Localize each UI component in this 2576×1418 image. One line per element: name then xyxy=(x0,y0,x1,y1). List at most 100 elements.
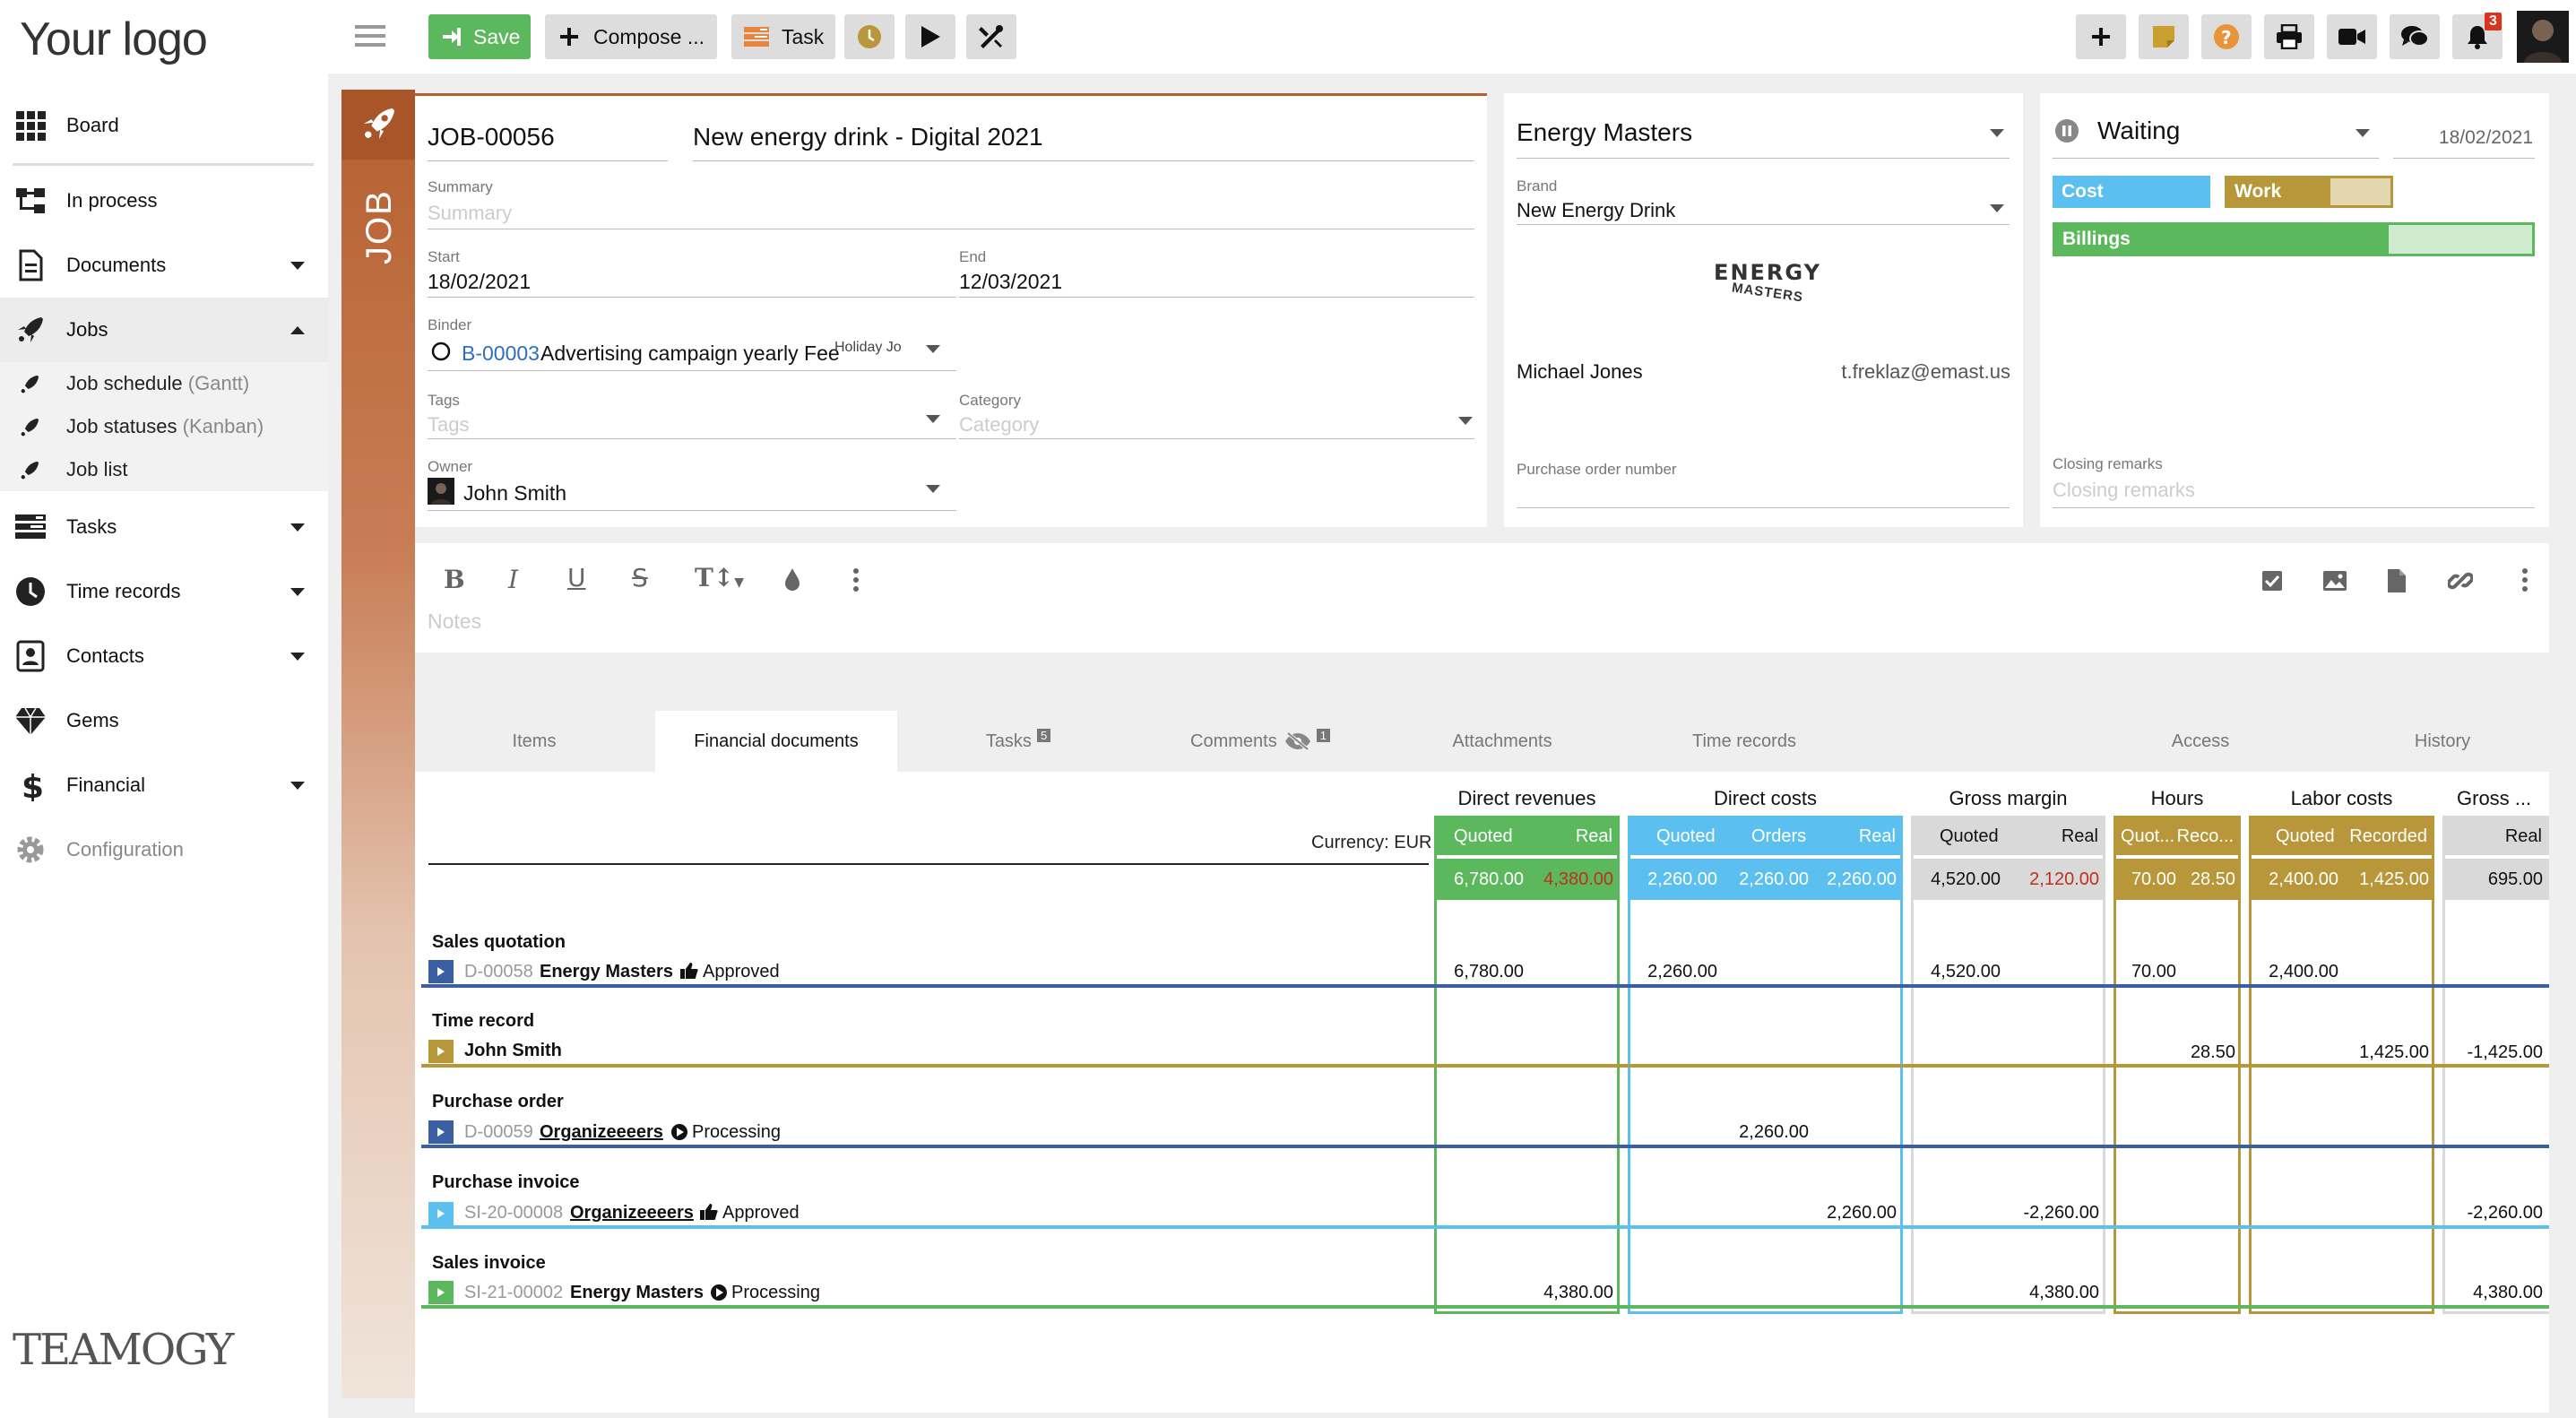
doc-id-link[interactable]: D-00058 xyxy=(464,962,533,982)
italic-icon[interactable]: I xyxy=(508,565,518,594)
expand-button[interactable] xyxy=(428,1040,454,1063)
owner-select[interactable]: John Smith xyxy=(463,481,566,506)
save-button[interactable]: Save xyxy=(428,14,531,59)
brand-select[interactable]: New Energy Drink xyxy=(1517,199,1675,222)
chevron-down-icon[interactable] xyxy=(290,262,305,270)
video-button[interactable] xyxy=(2327,14,2377,59)
col-h-recorded[interactable]: Reco... xyxy=(2177,826,2234,847)
col-h-quoted[interactable]: Quot... xyxy=(2121,826,2174,847)
tab-items[interactable]: Items xyxy=(415,711,653,772)
status-date[interactable]: 18/02/2021 xyxy=(2439,127,2533,149)
status-dropdown-icon[interactable] xyxy=(2356,129,2370,137)
col-gm-real[interactable]: Real xyxy=(2062,826,2098,847)
tab-comments[interactable]: Comments 1 xyxy=(1139,711,1381,772)
sidebar-item-time-records[interactable]: Time records xyxy=(0,559,328,624)
col-lc-recorded[interactable]: Recorded xyxy=(2349,826,2427,847)
start-date-input[interactable]: 18/02/2021 xyxy=(428,270,531,294)
col-dr-real[interactable]: Real xyxy=(1576,826,1612,847)
notifications-button[interactable]: 3 xyxy=(2452,13,2503,59)
sidebar-item-financial[interactable]: $ Financial xyxy=(0,753,328,817)
tab-history[interactable]: History xyxy=(2321,711,2563,772)
font-size-icon[interactable]: T↕▼ xyxy=(695,563,744,592)
expand-button[interactable] xyxy=(428,960,454,983)
tags-dropdown-icon[interactable] xyxy=(926,415,940,423)
summary-input[interactable]: Summary xyxy=(428,202,512,225)
play-button[interactable] xyxy=(905,14,955,59)
file-icon[interactable] xyxy=(2387,568,2407,593)
col-dc-real[interactable]: Real xyxy=(1859,826,1896,847)
chevron-down-icon[interactable] xyxy=(290,782,305,790)
link-icon[interactable] xyxy=(2448,568,2473,593)
expand-button[interactable] xyxy=(428,1281,454,1304)
sticky-note-button[interactable] xyxy=(2139,14,2189,59)
tags-input[interactable]: Tags xyxy=(428,413,469,437)
chevron-down-icon[interactable] xyxy=(290,653,305,661)
doc-party[interactable]: Organizeeeers xyxy=(570,1203,694,1223)
compose-button[interactable]: Compose ... xyxy=(545,14,717,59)
end-date-input[interactable]: 12/03/2021 xyxy=(959,270,1062,294)
color-drop-icon[interactable] xyxy=(782,566,802,592)
print-button[interactable] xyxy=(2264,14,2314,59)
sidebar-item-documents[interactable]: Documents xyxy=(0,233,328,298)
work-indicator[interactable]: Work xyxy=(2225,176,2393,208)
chevron-down-icon[interactable] xyxy=(290,523,305,532)
timer-button[interactable] xyxy=(844,14,895,59)
doc-party[interactable]: John Smith xyxy=(464,1041,562,1061)
brand-dropdown-icon[interactable] xyxy=(1990,204,2004,212)
sidebar-subitem-job-statuses[interactable]: Job statuses (Kanban) xyxy=(0,405,328,448)
binder-dropdown-icon[interactable] xyxy=(926,345,940,353)
task-button[interactable]: Task xyxy=(731,14,835,59)
col-g2-real[interactable]: Real xyxy=(2505,826,2542,847)
underline-icon[interactable]: U xyxy=(567,563,586,592)
billings-indicator[interactable]: Billings xyxy=(2053,222,2535,256)
contact-email[interactable]: t.freklaz@emast.us xyxy=(1841,360,2010,384)
help-button[interactable]: ? xyxy=(2201,14,2252,59)
sidebar-item-tasks[interactable]: Tasks xyxy=(0,495,328,559)
doc-party[interactable]: Energy Masters xyxy=(570,1283,704,1303)
doc-id-link[interactable]: SI-21-00002 xyxy=(464,1283,563,1303)
chevron-down-icon[interactable] xyxy=(290,588,305,596)
expand-button[interactable] xyxy=(428,1120,454,1144)
tab-tasks[interactable]: Tasks 5 xyxy=(899,711,1137,772)
category-select[interactable]: Category xyxy=(959,413,1039,437)
image-icon[interactable] xyxy=(2322,570,2347,592)
col-gm-quoted[interactable]: Quoted xyxy=(1940,826,1999,847)
sidebar-item-configuration[interactable]: Configuration xyxy=(0,817,328,882)
binder-link[interactable]: B-00003 xyxy=(462,342,540,366)
tab-time-records[interactable]: Time records xyxy=(1623,711,1865,772)
tab-financial-documents[interactable]: Financial documents xyxy=(655,711,897,772)
tab-attachments[interactable]: Attachments xyxy=(1383,711,1621,772)
sidebar-item-in-process[interactable]: In process xyxy=(0,169,328,233)
sidebar-item-contacts[interactable]: Contacts xyxy=(0,624,328,688)
client-select[interactable]: Energy Masters xyxy=(1517,118,1692,147)
strikethrough-icon[interactable]: S xyxy=(632,563,648,592)
sidebar-subitem-job-list[interactable]: Job list xyxy=(0,448,328,491)
notes-input[interactable]: Notes xyxy=(428,610,481,634)
closing-remarks-input[interactable]: Closing remarks xyxy=(2053,479,2195,502)
job-title-input[interactable]: New energy drink - Digital 2021 xyxy=(693,123,1043,151)
avatar[interactable] xyxy=(2517,11,2569,63)
more-vertical-icon[interactable] xyxy=(2521,568,2528,592)
owner-dropdown-icon[interactable] xyxy=(926,485,940,493)
contact-name[interactable]: Michael Jones xyxy=(1517,360,1643,384)
po-input[interactable] xyxy=(1517,507,2010,508)
col-dc-orders[interactable]: Orders xyxy=(1751,826,1806,847)
doc-id-link[interactable]: SI-20-00008 xyxy=(464,1203,563,1223)
hamburger-icon[interactable] xyxy=(355,23,385,48)
client-dropdown-icon[interactable] xyxy=(1990,129,2004,137)
sidebar-item-gems[interactable]: Gems xyxy=(0,688,328,753)
sidebar-item-board[interactable]: Board xyxy=(0,93,328,158)
tools-button[interactable] xyxy=(966,14,1016,59)
doc-party[interactable]: Energy Masters xyxy=(540,962,673,982)
checkbox-icon[interactable] xyxy=(2261,570,2283,592)
col-dr-quoted[interactable]: Quoted xyxy=(1454,826,1513,847)
sidebar-item-jobs[interactable]: Jobs xyxy=(0,298,328,362)
category-dropdown-icon[interactable] xyxy=(1458,417,1473,425)
doc-id-link[interactable]: D-00059 xyxy=(464,1122,533,1143)
bold-icon[interactable]: B xyxy=(444,565,465,594)
chevron-up-icon[interactable] xyxy=(290,326,305,334)
tab-access[interactable]: Access xyxy=(2079,711,2321,772)
col-dc-quoted[interactable]: Quoted xyxy=(1656,826,1716,847)
status-select[interactable]: Waiting xyxy=(2097,117,2180,145)
doc-party[interactable]: Organizeeeers xyxy=(540,1122,663,1143)
